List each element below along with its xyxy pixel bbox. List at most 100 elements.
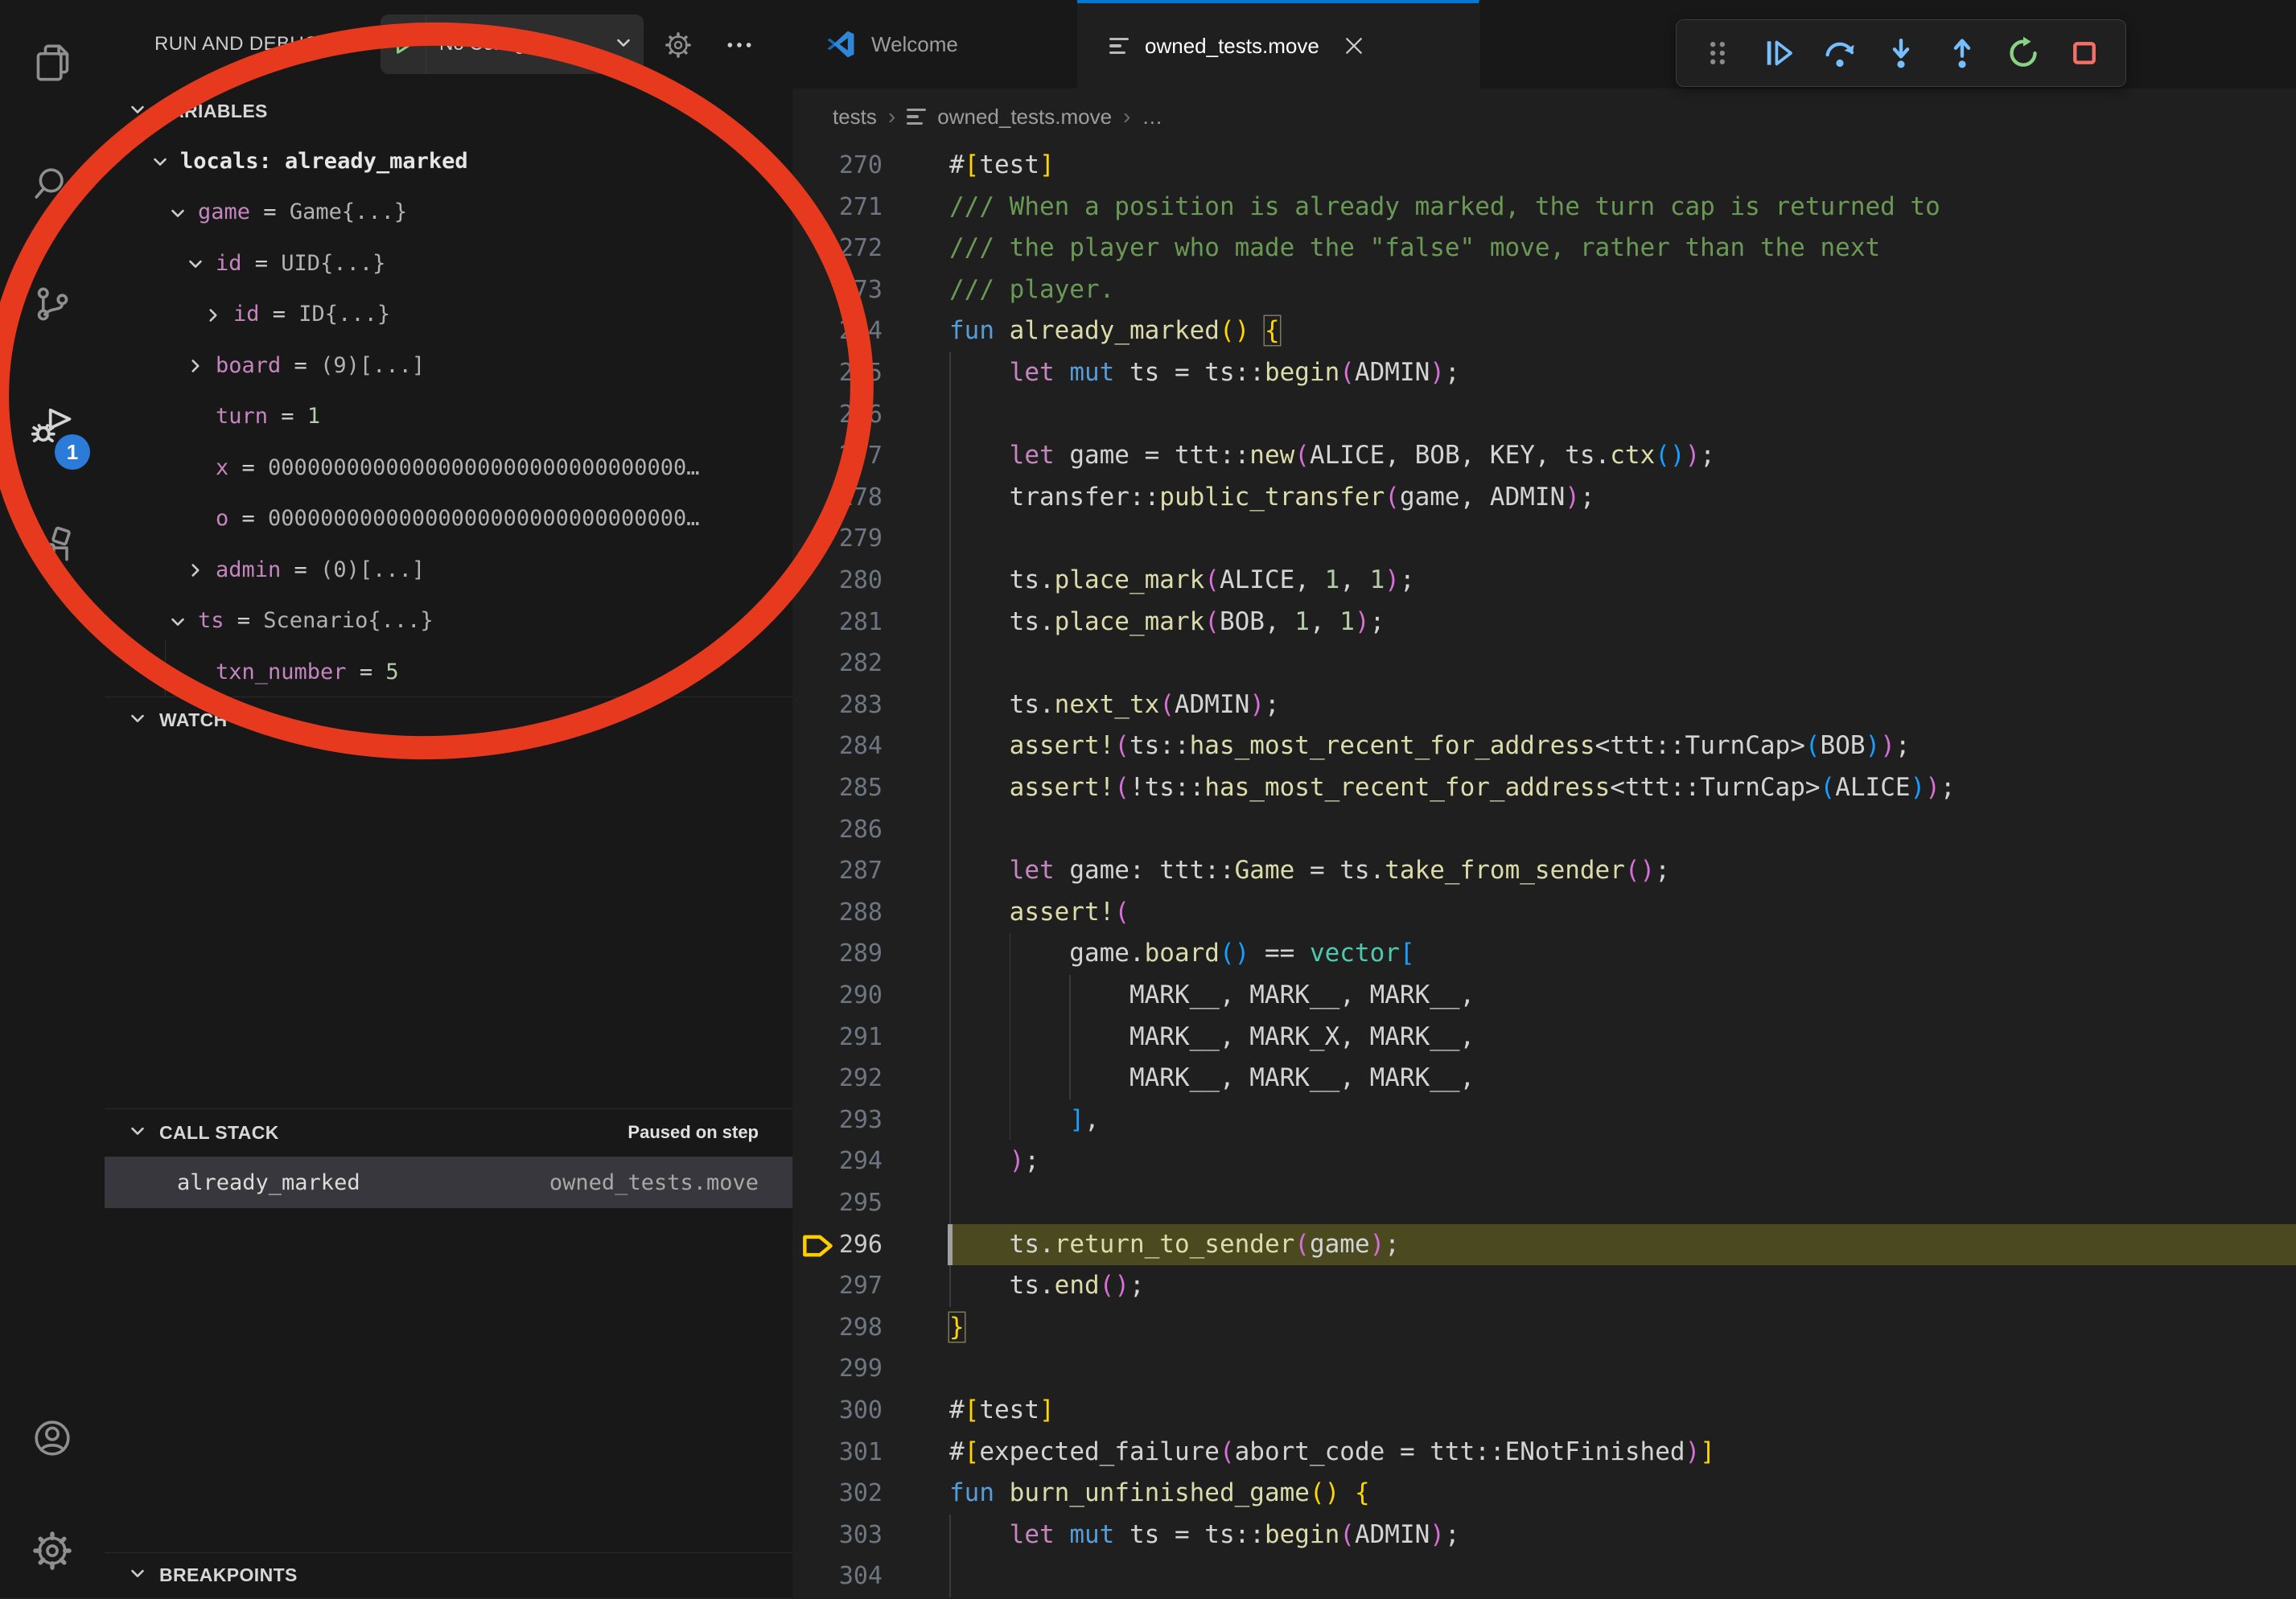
line-number[interactable]: 301 bbox=[833, 1432, 883, 1474]
tab-owned-tests-move[interactable]: owned_tests.move bbox=[1077, 0, 1479, 88]
code-line-281[interactable]: 281 ts.place_mark(BOB, 1, 1); bbox=[792, 602, 2296, 643]
variable-row[interactable]: admin = (0)[...] bbox=[105, 544, 792, 595]
continue-button[interactable] bbox=[1754, 28, 1804, 78]
debug-settings-gear-icon[interactable] bbox=[660, 27, 697, 64]
code-line-279[interactable]: 279 bbox=[792, 518, 2296, 560]
activity-item-accounts[interactable] bbox=[0, 1390, 105, 1486]
code-line-274[interactable]: 274fun already_marked() { bbox=[792, 310, 2296, 352]
activity-item-run-and-debug[interactable]: 1 bbox=[0, 376, 105, 473]
more-actions-icon[interactable] bbox=[721, 27, 758, 64]
chevron-down-icon[interactable] bbox=[167, 203, 188, 229]
line-number[interactable]: 302 bbox=[833, 1473, 883, 1515]
variable-row[interactable]: game = Game{...} bbox=[105, 187, 792, 238]
chevron-right-icon[interactable] bbox=[185, 560, 206, 586]
line-number[interactable]: 291 bbox=[833, 1017, 883, 1058]
line-number[interactable]: 280 bbox=[833, 560, 883, 602]
tab-welcome[interactable]: Welcome bbox=[792, 0, 1078, 88]
code-line-288[interactable]: 288 assert!( bbox=[792, 892, 2296, 934]
line-number[interactable]: 285 bbox=[833, 767, 883, 809]
line-number[interactable]: 278 bbox=[833, 477, 883, 519]
line-number[interactable]: 297 bbox=[833, 1265, 883, 1307]
watch-section-header[interactable]: WATCH bbox=[105, 697, 792, 742]
code-line-296[interactable]: 296 ts.return_to_sender(game); bbox=[792, 1224, 2296, 1266]
line-number[interactable]: 294 bbox=[833, 1141, 883, 1182]
line-number[interactable]: 299 bbox=[833, 1348, 883, 1390]
code-line-298[interactable]: 298} bbox=[792, 1307, 2296, 1349]
line-number[interactable]: 279 bbox=[833, 518, 883, 560]
line-number[interactable]: 276 bbox=[833, 394, 883, 436]
code-line-270[interactable]: 270#[test] bbox=[792, 145, 2296, 187]
line-number[interactable]: 289 bbox=[833, 933, 883, 975]
call-stack-section-header[interactable]: CALL STACK Paused on step bbox=[105, 1109, 792, 1156]
code-line-277[interactable]: 277 let game = ttt::new(ALICE, BOB, KEY,… bbox=[792, 435, 2296, 477]
variables-section-header[interactable]: VARIABLES bbox=[105, 88, 792, 134]
breadcrumb-item[interactable]: owned_tests.move bbox=[907, 105, 1112, 129]
line-number[interactable]: 286 bbox=[833, 809, 883, 851]
line-number[interactable]: 270 bbox=[833, 145, 883, 187]
activity-item-explorer[interactable] bbox=[0, 14, 105, 111]
line-number[interactable]: 277 bbox=[833, 435, 883, 477]
activity-item-source-control[interactable] bbox=[0, 256, 105, 352]
line-number[interactable]: 303 bbox=[833, 1515, 883, 1556]
breakpoints-section-header[interactable]: BREAKPOINTS bbox=[105, 1553, 792, 1597]
code-line-292[interactable]: 292 MARK__, MARK__, MARK__, bbox=[792, 1058, 2296, 1100]
code-line-294[interactable]: 294 ); bbox=[792, 1141, 2296, 1182]
restart-button[interactable] bbox=[1998, 28, 2048, 78]
line-number[interactable]: 298 bbox=[833, 1307, 883, 1349]
code-line-287[interactable]: 287 let game: ttt::Game = ts.take_from_s… bbox=[792, 850, 2296, 892]
code-line-290[interactable]: 290 MARK__, MARK__, MARK__, bbox=[792, 975, 2296, 1017]
variable-row[interactable]: locals: already_marked bbox=[105, 135, 792, 187]
line-number[interactable]: 284 bbox=[833, 726, 883, 767]
variable-row[interactable]: turn = 1 bbox=[105, 391, 792, 442]
line-number[interactable]: 275 bbox=[833, 352, 883, 394]
chevron-right-icon[interactable] bbox=[185, 356, 206, 382]
line-number[interactable]: 288 bbox=[833, 892, 883, 934]
code-line-301[interactable]: 301#[expected_failure(abort_code = ttt::… bbox=[792, 1432, 2296, 1474]
chevron-down-icon[interactable] bbox=[150, 151, 171, 178]
chevron-right-icon[interactable] bbox=[203, 305, 224, 331]
line-number[interactable]: 281 bbox=[833, 602, 883, 643]
activity-item-extensions[interactable] bbox=[0, 497, 105, 594]
code-line-299[interactable]: 299 bbox=[792, 1348, 2296, 1390]
code-line-302[interactable]: 302fun burn_unfinished_game() { bbox=[792, 1473, 2296, 1515]
line-number[interactable]: 272 bbox=[833, 228, 883, 269]
code-line-280[interactable]: 280 ts.place_mark(ALICE, 1, 1); bbox=[792, 560, 2296, 602]
variable-row[interactable]: txn_number = 5 bbox=[105, 646, 792, 697]
start-debug-play-icon[interactable] bbox=[381, 14, 426, 74]
breadcrumb-item[interactable]: … bbox=[1142, 105, 1162, 129]
code-line-295[interactable]: 295 bbox=[792, 1182, 2296, 1224]
line-number[interactable]: 293 bbox=[833, 1100, 883, 1141]
step-into-button[interactable] bbox=[1876, 28, 1926, 78]
code-line-282[interactable]: 282 bbox=[792, 643, 2296, 684]
code-line-297[interactable]: 297 ts.end(); bbox=[792, 1265, 2296, 1307]
line-number[interactable]: 290 bbox=[833, 975, 883, 1017]
step-out-button[interactable] bbox=[1937, 28, 1987, 78]
drag-grip-icon[interactable] bbox=[1693, 28, 1743, 78]
code-line-304[interactable]: 304 bbox=[792, 1556, 2296, 1597]
code-line-300[interactable]: 300#[test] bbox=[792, 1390, 2296, 1432]
code-line-291[interactable]: 291 MARK__, MARK_X, MARK__, bbox=[792, 1017, 2296, 1058]
line-number[interactable]: 273 bbox=[833, 269, 883, 311]
line-number[interactable]: 287 bbox=[833, 850, 883, 892]
line-number[interactable]: 274 bbox=[833, 310, 883, 352]
call-stack-frame[interactable]: already_markedowned_tests.move bbox=[105, 1157, 792, 1208]
line-number[interactable]: 300 bbox=[833, 1390, 883, 1432]
variable-row[interactable]: x = 00000000000000000000000000000000… bbox=[105, 442, 792, 493]
stop-button[interactable] bbox=[2059, 28, 2109, 78]
code-line-272[interactable]: 272/// the player who made the "false" m… bbox=[792, 228, 2296, 269]
code-line-283[interactable]: 283 ts.next_tx(ADMIN); bbox=[792, 684, 2296, 726]
line-number[interactable]: 282 bbox=[833, 643, 883, 684]
code-line-275[interactable]: 275 let mut ts = ts::begin(ADMIN); bbox=[792, 352, 2296, 394]
line-number[interactable]: 304 bbox=[833, 1556, 883, 1597]
breadcrumb-item[interactable]: tests bbox=[833, 105, 877, 129]
code-line-293[interactable]: 293 ], bbox=[792, 1100, 2296, 1141]
code-line-285[interactable]: 285 assert!(!ts::has_most_recent_for_add… bbox=[792, 767, 2296, 809]
code-line-303[interactable]: 303 let mut ts = ts::begin(ADMIN); bbox=[792, 1515, 2296, 1556]
line-number[interactable]: 292 bbox=[833, 1058, 883, 1100]
chevron-down-icon[interactable] bbox=[167, 611, 188, 638]
code-line-278[interactable]: 278 transfer::public_transfer(game, ADMI… bbox=[792, 477, 2296, 519]
code-line-284[interactable]: 284 assert!(ts::has_most_recent_for_addr… bbox=[792, 726, 2296, 767]
variable-row[interactable]: board = (9)[...] bbox=[105, 339, 792, 391]
step-over-button[interactable] bbox=[1815, 28, 1865, 78]
line-number[interactable]: 271 bbox=[833, 187, 883, 228]
